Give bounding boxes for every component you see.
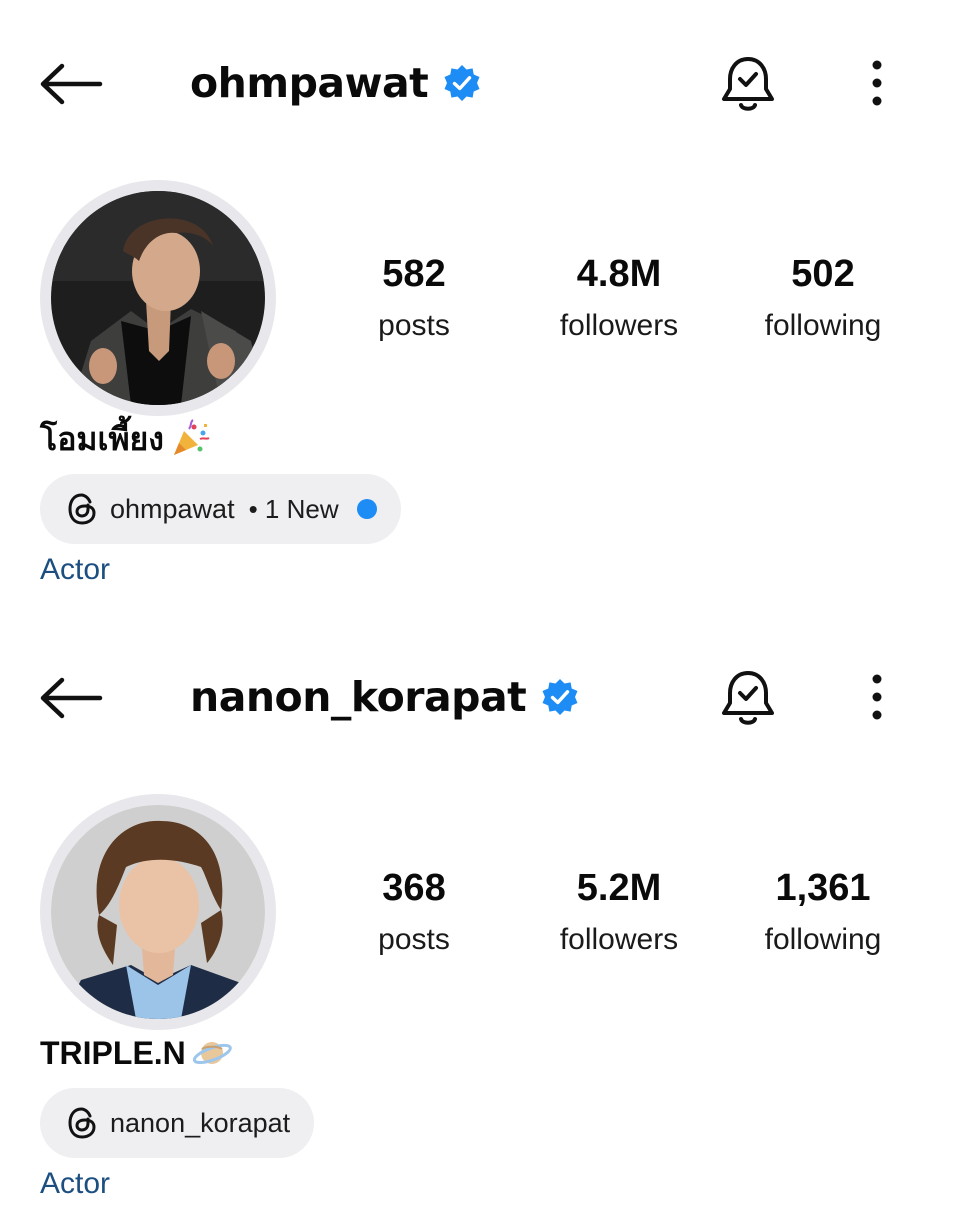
- category-label[interactable]: Actor: [40, 1162, 110, 1206]
- username-label: ohmpawat: [190, 59, 429, 107]
- stat-following-count: 1,361: [775, 867, 871, 909]
- stat-followers-label: followers: [559, 923, 679, 956]
- stat-following[interactable]: 1,361 following: [738, 864, 908, 968]
- back-arrow-icon[interactable]: [38, 62, 104, 106]
- verified-badge-icon: [444, 65, 480, 101]
- stat-posts-label: posts: [378, 923, 450, 956]
- notification-bell-icon[interactable]: [718, 52, 778, 116]
- party-popper-icon: [173, 419, 210, 455]
- stat-followers[interactable]: 4.8M followers: [534, 250, 704, 354]
- stat-following-label: following: [764, 309, 882, 342]
- stat-followers-count: 4.8M: [576, 253, 662, 295]
- profile-nanon_korapat: nanon_korapat 368 posts 5.2M followers 1…: [0, 614, 960, 1214]
- category-label[interactable]: Actor: [40, 548, 110, 592]
- more-options-icon[interactable]: [862, 672, 892, 722]
- stat-posts[interactable]: 368 posts: [329, 864, 499, 968]
- stat-posts-label: posts: [378, 309, 450, 342]
- more-options-icon[interactable]: [862, 58, 892, 108]
- ringed-planet-icon: [192, 1042, 232, 1065]
- threads-logo-icon: [68, 1107, 96, 1139]
- stat-following-count: 502: [791, 253, 855, 295]
- threads-handle: ohmpawat: [110, 493, 235, 524]
- display-name-text: TRIPLE.N: [40, 1035, 186, 1071]
- threads-new-count: • 1 New: [248, 493, 339, 524]
- notification-bell-icon[interactable]: [718, 666, 778, 730]
- display-name: โอมเพี้ยง: [40, 415, 210, 463]
- verified-badge-icon: [542, 679, 578, 715]
- username-label: nanon_korapat: [190, 673, 527, 721]
- avatar[interactable]: [40, 180, 276, 416]
- profile-ohmpawat: ohmpawat 582 posts 4.8M followers 502 fo…: [0, 0, 960, 600]
- avatar-photo: [51, 805, 265, 1019]
- stat-posts-count: 368: [382, 867, 446, 909]
- avatar-photo: [51, 191, 265, 405]
- stat-following[interactable]: 502 following: [738, 250, 908, 354]
- stat-posts-count: 582: [382, 253, 446, 295]
- display-name-text: โอมเพี้ยง: [40, 421, 164, 457]
- threads-link-pill[interactable]: ohmpawat • 1 New: [40, 474, 401, 544]
- profile-username-header: nanon_korapat: [190, 666, 580, 728]
- threads-handle: nanon_korapat: [110, 1107, 291, 1138]
- stat-followers-count: 5.2M: [576, 867, 662, 909]
- stat-following-label: following: [764, 923, 882, 956]
- new-indicator-dot: [356, 499, 377, 519]
- stat-followers-label: followers: [559, 309, 679, 342]
- stat-posts[interactable]: 582 posts: [329, 250, 499, 354]
- display-name: TRIPLE.N: [40, 1029, 232, 1077]
- profile-username-header: ohmpawat: [190, 52, 482, 114]
- avatar[interactable]: [40, 794, 276, 1030]
- threads-logo-icon: [68, 493, 96, 525]
- back-arrow-icon[interactable]: [38, 676, 104, 720]
- stat-followers[interactable]: 5.2M followers: [534, 864, 704, 968]
- threads-link-pill[interactable]: nanon_korapat: [40, 1088, 315, 1158]
